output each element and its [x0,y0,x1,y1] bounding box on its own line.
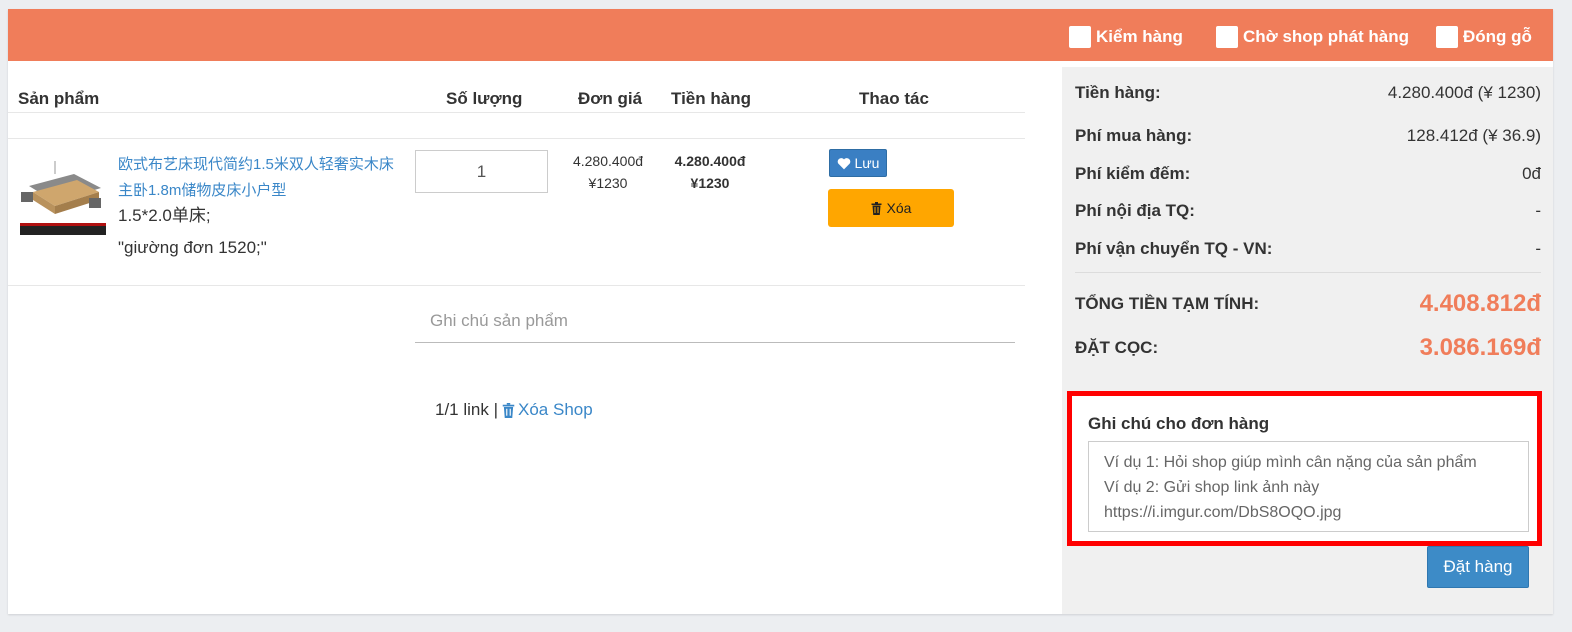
heart-icon [837,157,850,169]
summary-row-shipping-fee: Phí vận chuyển TQ - VN: - [1075,239,1541,259]
save-button[interactable]: Lưu [829,149,887,177]
summary-deposit-label: ĐẶT CỌC: [1075,338,1159,357]
checkbox-wood-pack[interactable] [1436,26,1458,48]
option-wait-shop[interactable]: Chờ shop phát hàng [1216,26,1409,48]
summary-count-fee-label: Phí kiểm đếm: [1075,164,1191,183]
summary-goods-label: Tiền hàng: [1075,83,1161,102]
row-divider-bottom [8,285,1025,286]
shop-footer: 1/1 link | Xóa Shop [435,400,593,420]
summary-total-value: 4.408.812đ [1419,290,1541,317]
link-count: 1/1 link | [435,400,499,419]
checkbox-inspect[interactable] [1069,26,1091,48]
summary-purchase-fee-value: 128.412đ (¥ 36.9) [1406,126,1541,145]
option-wood-pack[interactable]: Đóng gỗ [1436,26,1532,48]
summary-row-count-fee: Phí kiểm đếm: 0đ [1075,164,1541,184]
summary-divider [1075,272,1541,273]
header-unit-price: Đơn giá [578,89,643,108]
quantity-input[interactable] [415,150,548,193]
summary-row-purchase-fee: Phí mua hàng: 128.412đ (¥ 36.9) [1075,126,1541,146]
summary-domestic-fee-label: Phí nội địa TQ: [1075,201,1195,220]
order-note-box: Ghi chú cho đơn hàng [1067,391,1542,546]
summary-row-total: TỔNG TIỀN TẠM TÍNH: 4.408.812đ [1075,290,1541,318]
option-wood-pack-label: Đóng gỗ [1463,27,1532,46]
product-variant: 1.5*2.0单床; [118,206,211,225]
summary-goods-value: 4.280.400đ (¥ 1230) [1387,83,1541,102]
header-product: Sản phẩm [18,89,100,108]
shop-options-bar: Kiểm hàng Chờ shop phát hàng Đóng gỗ [8,9,1553,61]
header-amount: Tiền hàng [671,89,751,108]
product-list: Sản phẩm Số lượng Đơn giá Tiền hàng Thao… [8,61,1060,614]
delete-shop-link[interactable]: Xóa Shop [502,400,593,420]
summary-row-domestic-fee: Phí nội địa TQ: - [1075,201,1541,221]
delete-label: Xóa [886,200,912,216]
product-thumbnail[interactable] [19,156,107,237]
amount-cny: ¥1230 [690,175,730,191]
row-divider-top [8,138,1025,139]
summary-shipping-fee-value: - [1535,239,1541,258]
unit-price-cny: ¥1230 [588,175,628,191]
summary-shipping-fee-label: Phí vận chuyển TQ - VN: [1075,239,1273,258]
summary-count-fee-value: 0đ [1522,164,1541,183]
summary-row-deposit: ĐẶT CỌC: 3.086.169đ [1075,334,1541,362]
unit-price: 4.280.400đ ¥1230 [569,150,647,194]
save-label: Lưu [854,155,880,171]
product-name-link[interactable]: 欧式布艺床现代简约1.5米双人轻奢实木床主卧1.8m储物皮床小户型 [118,152,408,204]
header-quantity: Số lượng [446,89,523,108]
delete-button[interactable]: Xóa [828,189,954,227]
summary-deposit-value: 3.086.169đ [1419,334,1541,361]
checkbox-wait-shop[interactable] [1216,26,1238,48]
header-divider [8,112,1025,113]
amount-vnd: 4.280.400đ [674,153,746,169]
trash-icon [502,402,515,418]
header-actions: Thao tác [859,89,929,108]
unit-price-vnd: 4.280.400đ [572,153,644,169]
summary-row-goods: Tiền hàng: 4.280.400đ (¥ 1230) [1075,83,1541,103]
order-note-textarea[interactable] [1088,441,1529,532]
place-order-button[interactable]: Đặt hàng [1427,546,1529,588]
delete-shop-label: Xóa Shop [518,400,593,419]
summary-purchase-fee-label: Phí mua hàng: [1075,126,1193,145]
option-wait-shop-label: Chờ shop phát hàng [1243,27,1410,46]
cart-shop-card: Kiểm hàng Chờ shop phát hàng Đóng gỗ Sản… [8,9,1553,614]
summary-domestic-fee-value: - [1535,201,1541,220]
trash-icon [871,201,882,215]
order-note-label: Ghi chú cho đơn hàng [1088,414,1270,433]
amount: 4.280.400đ ¥1230 [670,150,750,194]
order-summary: Tiền hàng: 4.280.400đ (¥ 1230) Phí mua h… [1062,67,1553,614]
product-variant-note: "giường đơn 1520;" [118,238,267,257]
product-note-input[interactable] [415,299,1015,343]
option-inspect-label: Kiểm hàng [1096,27,1183,46]
option-inspect[interactable]: Kiểm hàng [1069,26,1183,48]
summary-total-label: TỔNG TIỀN TẠM TÍNH: [1075,294,1260,313]
